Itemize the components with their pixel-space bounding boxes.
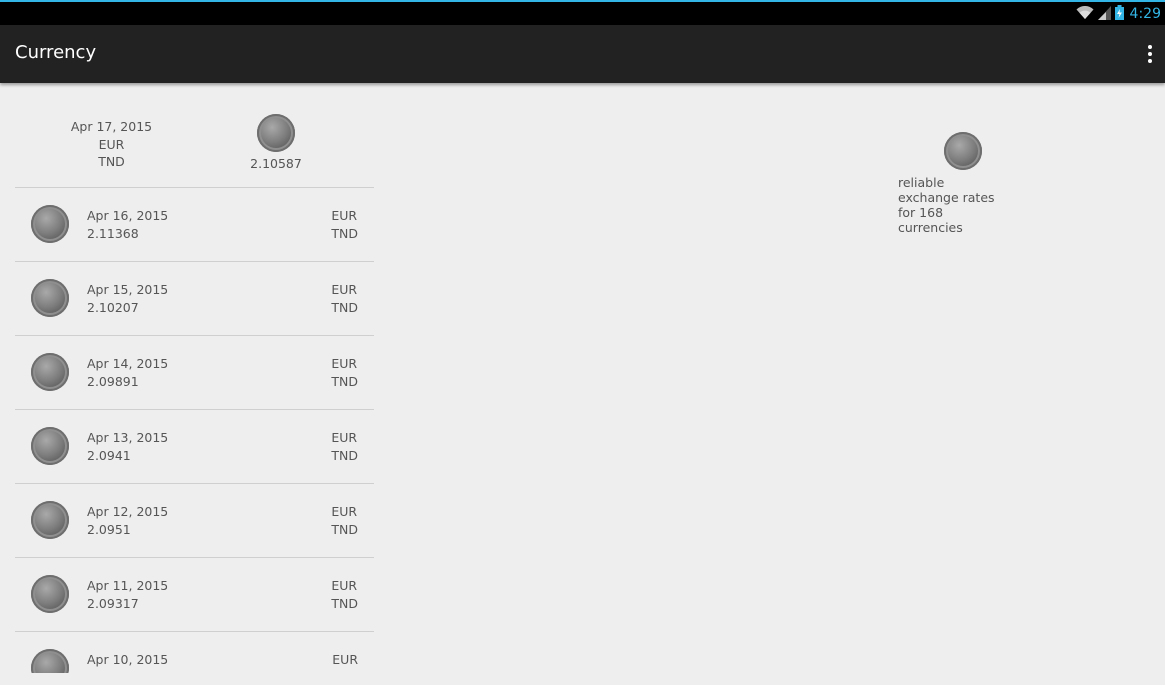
currency-pair: EUR TND <box>331 503 358 538</box>
rate-base: EUR <box>331 208 358 223</box>
coin-icon <box>31 205 69 243</box>
promo-text: reliable exchange rates for 168 currenci… <box>898 175 995 235</box>
coin-icon <box>31 501 69 539</box>
coin-icon <box>944 132 982 170</box>
rate-base: EUR <box>331 356 358 371</box>
rate-value: 2.0951 <box>87 521 131 537</box>
action-bar: Currency <box>0 25 1165 83</box>
rate-info: Apr 14, 2015 2.09891 <box>87 355 168 390</box>
coin-icon <box>257 114 295 152</box>
coin-icon <box>31 575 69 613</box>
list-item[interactable]: Apr 13, 2015 2.0941 EUR TND <box>15 410 374 484</box>
rate-info: Apr 13, 2015 2.0941 <box>87 429 168 464</box>
rate-date: Apr 10, 2015 <box>87 652 169 667</box>
coin-icon <box>31 353 69 391</box>
rate-info: Apr 11, 2015 2.09317 <box>87 577 168 612</box>
latest-rate-target: TND <box>98 154 125 169</box>
currency-pair: EUR TND <box>331 355 358 390</box>
rate-date: Apr 14, 2015 <box>87 356 169 371</box>
rate-target: TND <box>331 447 358 463</box>
signal-icon <box>1097 5 1111 24</box>
rate-base: EUR <box>331 578 358 593</box>
rate-date: Apr 12, 2015 <box>87 504 169 519</box>
list-item[interactable]: Apr 11, 2015 2.09317 EUR TND <box>15 558 374 632</box>
latest-rate-value: 2.10587 <box>250 156 302 171</box>
rate-base: EUR <box>331 282 358 297</box>
rate-target: TND <box>331 225 358 241</box>
rate-target: TND <box>331 521 358 537</box>
latest-rate-card[interactable]: Apr 17, 2015 EUR TND 2.10587 <box>15 83 374 188</box>
rate-target: TND <box>331 299 358 315</box>
battery-charging-icon <box>1114 4 1124 24</box>
more-vertical-icon[interactable] <box>1143 43 1157 65</box>
list-item[interactable]: Apr 16, 2015 2.11368 EUR TND <box>15 188 374 262</box>
coin-icon <box>31 649 69 673</box>
rate-info: Apr 12, 2015 2.0951 <box>87 503 168 538</box>
rates-list[interactable]: Apr 17, 2015 EUR TND 2.10587 Apr 16, 201… <box>15 83 374 673</box>
rate-date: Apr 15, 2015 <box>87 282 169 297</box>
status-time: 4:29 <box>1129 6 1161 22</box>
currency-pair: EUR TND <box>331 577 358 612</box>
rate-info: Apr 10, 2015 <box>87 651 168 669</box>
latest-rate-base: EUR <box>98 136 125 152</box>
list-item[interactable]: Apr 12, 2015 2.0951 EUR TND <box>15 484 374 558</box>
rate-value: 2.09891 <box>87 373 139 389</box>
currency-pair: EUR TND <box>331 429 358 464</box>
rate-value: 2.11368 <box>87 225 139 241</box>
rate-base: EUR <box>331 504 358 519</box>
rate-target: TND <box>331 373 358 389</box>
rate-base: EUR <box>331 430 358 445</box>
rate-value: 2.09317 <box>87 595 139 611</box>
list-item[interactable]: Apr 15, 2015 2.10207 EUR TND <box>15 262 374 336</box>
latest-rate-info: Apr 17, 2015 EUR TND <box>60 118 163 171</box>
wifi-icon <box>1076 5 1094 24</box>
currency-pair: EUR <box>332 651 358 669</box>
rate-value: 2.0941 <box>87 447 131 463</box>
rate-base: EUR <box>332 652 358 667</box>
coin-icon <box>31 427 69 465</box>
rate-target: TND <box>331 595 358 611</box>
list-item[interactable]: Apr 10, 2015 EUR <box>15 632 374 673</box>
rate-date: Apr 16, 2015 <box>87 208 169 223</box>
coin-icon <box>31 279 69 317</box>
status-icons: 4:29 <box>1076 4 1161 24</box>
currency-pair: EUR TND <box>331 207 358 242</box>
rate-info: Apr 15, 2015 2.10207 <box>87 281 168 316</box>
status-bar: 4:29 <box>0 0 1165 25</box>
rate-date: Apr 11, 2015 <box>87 578 169 593</box>
rate-info: Apr 16, 2015 2.11368 <box>87 207 168 242</box>
rate-date: Apr 13, 2015 <box>87 430 169 445</box>
rate-value: 2.10207 <box>87 299 139 315</box>
latest-rate-date: Apr 17, 2015 <box>70 119 153 134</box>
list-item[interactable]: Apr 14, 2015 2.09891 EUR TND <box>15 336 374 410</box>
app-title: Currency <box>15 42 97 63</box>
currency-pair: EUR TND <box>331 281 358 316</box>
